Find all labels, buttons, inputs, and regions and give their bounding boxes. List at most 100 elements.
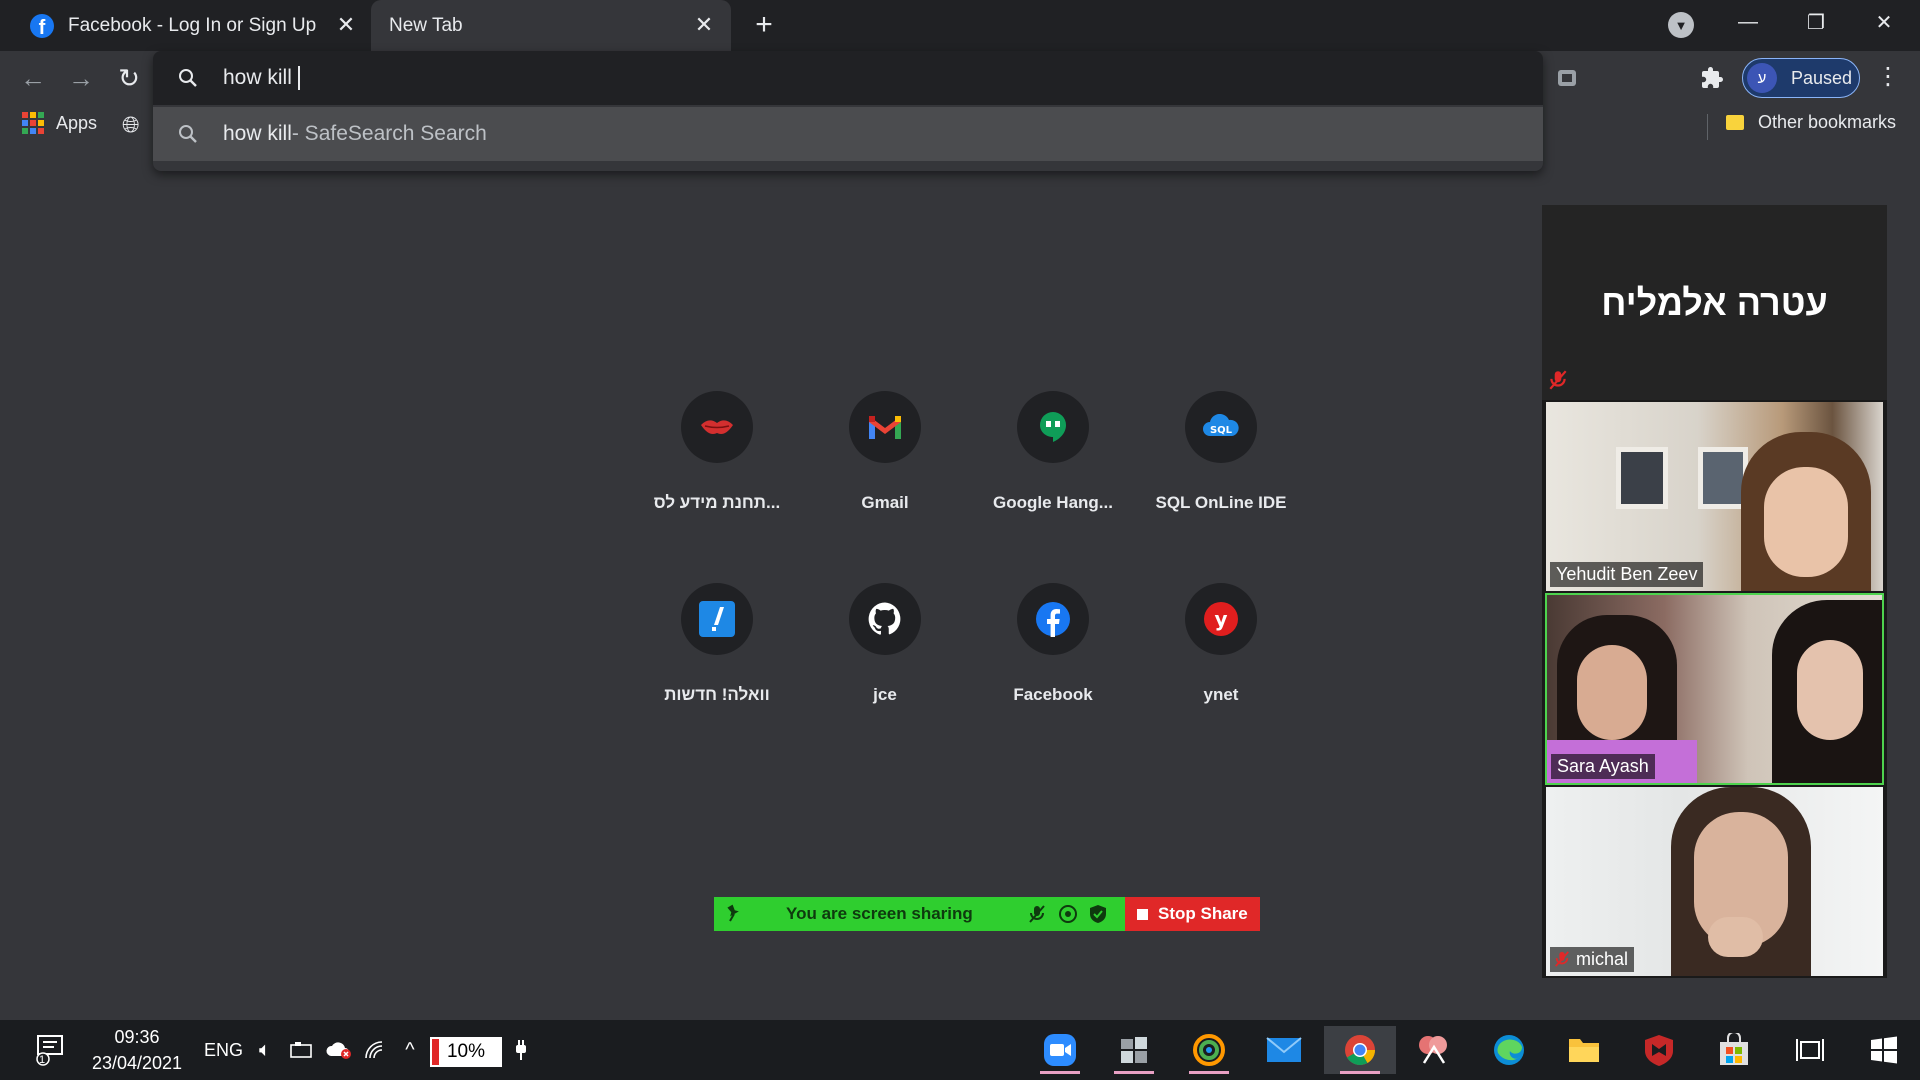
close-icon[interactable]: ✕	[333, 12, 359, 38]
participant-tile[interactable]: Sara Ayash	[1545, 593, 1884, 785]
apps-grid-icon	[22, 112, 44, 134]
notification-count: 1	[39, 1054, 46, 1066]
network-icon[interactable]	[285, 1020, 319, 1080]
shortcut-label: Gmail	[861, 493, 909, 512]
onedrive-error-icon[interactable]	[322, 1020, 356, 1080]
share-status[interactable]: You are screen sharing	[714, 897, 1125, 931]
tab-search-icon[interactable]: ▼	[1668, 12, 1694, 38]
github-icon	[849, 583, 921, 655]
close-window-button[interactable]: ✕	[1854, 0, 1914, 44]
omnibox: how kill how kill - SafeSearch Search	[153, 51, 1543, 171]
battery-indicator[interactable]: 10%	[430, 1037, 502, 1067]
mic-muted-icon	[1555, 951, 1569, 967]
zoom-app-icon[interactable]	[1034, 1026, 1086, 1074]
bookmark-other[interactable]: Other bookmarks	[1726, 112, 1896, 133]
pin-icon[interactable]	[724, 903, 744, 928]
restore-button[interactable]: ❐	[1786, 0, 1846, 44]
mcafee-icon[interactable]	[1633, 1026, 1685, 1074]
suggestion-item[interactable]: how kill - SafeSearch Search	[153, 107, 1543, 161]
facebook-icon: f	[30, 13, 54, 38]
shortcut-tile[interactable]: y ynet	[1136, 583, 1306, 705]
time: 09:36	[114, 1027, 160, 1047]
face	[1764, 467, 1848, 577]
participant-tile[interactable]: michal	[1546, 787, 1883, 976]
tab-title: Facebook - Log In or Sign Up	[68, 14, 317, 36]
action-center-icon[interactable]: 1	[26, 1020, 72, 1080]
shortcut-tile[interactable]: וואלה! חדשות	[632, 583, 802, 705]
edge-icon[interactable]	[1483, 1026, 1535, 1074]
tab-new-tab[interactable]: New Tab ✕	[371, 0, 731, 51]
app-icon[interactable]	[1108, 1026, 1160, 1074]
snip-app-icon[interactable]	[1408, 1026, 1460, 1074]
shortcut-tile[interactable]: Facebook	[968, 583, 1138, 705]
shortcut-tile[interactable]: Google Hang...	[968, 391, 1138, 513]
plug-icon	[510, 1020, 532, 1080]
menu-icon[interactable]: ⋮	[1876, 62, 1900, 91]
svg-text:y: y	[1214, 607, 1227, 631]
tab-facebook[interactable]: f Facebook - Log In or Sign Up ✕	[12, 0, 367, 51]
screen-share-bar: You are screen sharing Stop Share	[714, 897, 1260, 931]
participant-name: עטרה אלמליח	[1542, 205, 1887, 400]
participant-name: Sara Ayash	[1551, 754, 1655, 779]
forward-button[interactable]: →	[63, 60, 99, 96]
gmail-icon	[849, 391, 921, 463]
avatar: ע	[1747, 63, 1777, 93]
stop-icon	[1137, 908, 1148, 920]
windows-start-icon[interactable]	[1858, 1026, 1910, 1074]
bookmark-apps-label: Apps	[56, 112, 98, 133]
hangouts-icon	[1017, 391, 1089, 463]
photo-app-icon[interactable]	[1183, 1026, 1235, 1074]
shortcut-label: ynet	[1203, 685, 1239, 704]
shortcut-label: Google Hang...	[993, 493, 1113, 512]
chrome-icon[interactable]	[1324, 1026, 1396, 1074]
mail-icon[interactable]	[1258, 1026, 1310, 1074]
suggestion-suffix: - SafeSearch Search	[291, 122, 487, 145]
mic-muted-icon[interactable]	[1028, 904, 1046, 929]
face	[1577, 645, 1647, 740]
address-input[interactable]: how kill	[223, 66, 1423, 91]
shortcut-label: SQL OnLine IDE	[1155, 493, 1287, 512]
store-icon[interactable]	[1708, 1026, 1760, 1074]
active-indicator	[1040, 1071, 1080, 1074]
close-icon[interactable]: ✕	[691, 12, 717, 38]
wifi-icon[interactable]	[360, 1020, 392, 1080]
participant-name: michal	[1576, 949, 1629, 969]
minimize-button[interactable]: ―	[1718, 0, 1778, 44]
profile-button[interactable]: ע Paused	[1742, 58, 1860, 98]
shortcut-tile[interactable]: jce	[800, 583, 970, 705]
shield-icon[interactable]	[1089, 904, 1107, 929]
participant-tile[interactable]: Yehudit Ben Zeev	[1546, 402, 1883, 591]
stop-share-button[interactable]: Stop Share	[1125, 897, 1260, 931]
shortcut-tile[interactable]: Gmail	[800, 391, 970, 513]
lips-icon	[681, 391, 753, 463]
reload-button[interactable]: ↻	[111, 60, 147, 96]
face	[1797, 640, 1863, 740]
file-explorer-icon[interactable]	[1558, 1026, 1610, 1074]
chevron-up-icon[interactable]: ^	[396, 1020, 424, 1080]
clock[interactable]: 09:36 23/04/2021	[82, 1024, 192, 1076]
profile-status: Paused	[1791, 67, 1853, 88]
record-icon[interactable]	[1058, 904, 1078, 929]
participant-tile[interactable]: עטרה אלמליח	[1542, 205, 1887, 400]
share-status-text: You are screen sharing	[786, 904, 973, 923]
search-icon	[153, 124, 223, 144]
divider	[1707, 114, 1708, 140]
new-tab-button[interactable]: +	[748, 8, 780, 41]
volume-muted-icon[interactable]: 🔈︎	[250, 1020, 280, 1080]
language-indicator[interactable]: ENG	[204, 1040, 243, 1061]
back-button[interactable]: ←	[15, 60, 51, 96]
shortcut-tile[interactable]: תחנת מידע לס...	[632, 391, 802, 513]
bookmark-other-label: Other bookmarks	[1758, 112, 1897, 132]
sql-icon: SQL	[1185, 391, 1257, 463]
tab-title: New Tab	[389, 14, 463, 36]
task-view-icon[interactable]	[1784, 1026, 1836, 1074]
bookmark-apps[interactable]: Apps	[22, 112, 97, 134]
stop-share-label: Stop Share	[1158, 904, 1248, 923]
extension-icon[interactable]	[1552, 63, 1582, 93]
globe-icon[interactable]: 🌐︎	[122, 112, 140, 138]
address-bar[interactable]: how kill	[153, 51, 1543, 105]
puzzle-icon[interactable]	[1697, 63, 1727, 93]
shortcut-tile[interactable]: SQL SQL OnLine IDE	[1136, 391, 1306, 513]
active-indicator	[1114, 1071, 1154, 1074]
shortcut-label: תחנת מידע לס...	[653, 493, 781, 512]
